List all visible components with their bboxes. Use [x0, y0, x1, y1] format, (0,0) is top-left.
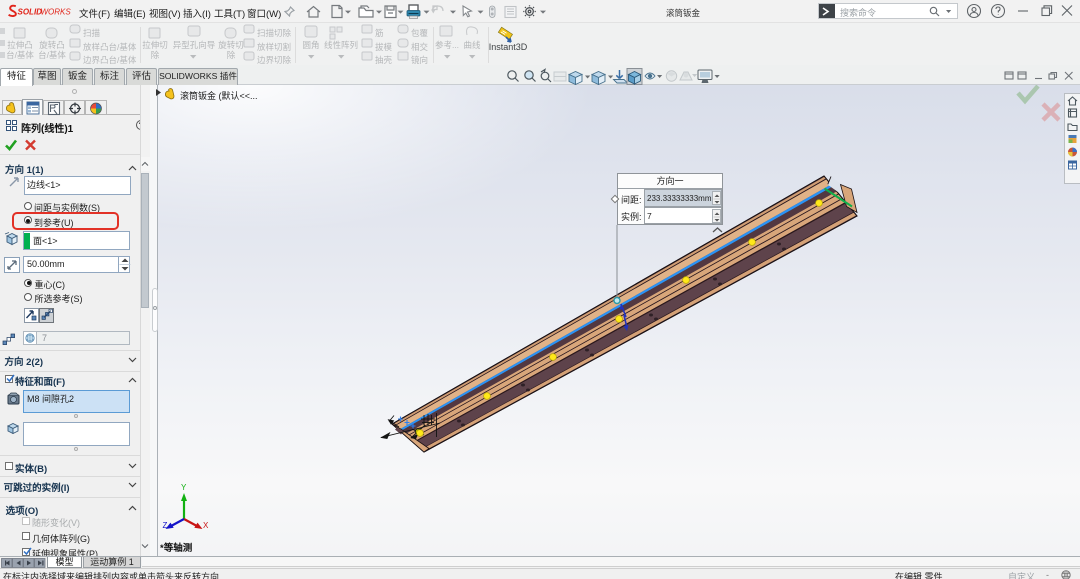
svg-text:X: X	[203, 521, 209, 530]
svg-text:Z: Z	[163, 521, 168, 530]
svg-text:SOLID: SOLID	[18, 8, 43, 17]
svg-text:Y: Y	[181, 483, 187, 492]
svg-text:WORKS: WORKS	[41, 8, 72, 17]
